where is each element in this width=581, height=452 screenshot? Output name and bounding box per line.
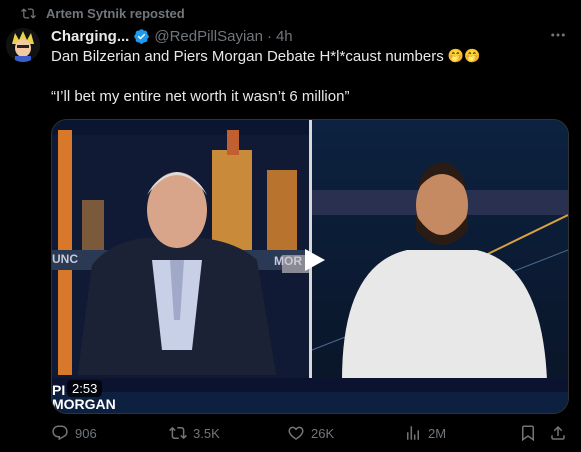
share-button[interactable] [549,422,567,444]
reply-count: 906 [75,425,97,441]
video-player[interactable]: UNC MOR PI MORGAN 2:53 [51,119,569,414]
views-button[interactable]: 2M [404,422,446,444]
tweet-line-1: Dan Bilzerian and Piers Morgan Debate H*… [51,46,480,67]
repost-action-icon [169,426,187,440]
action-bar: 906 3.5K 26K 2M [51,422,569,444]
tweet-header: Charging... @RedPillSayian · 4h [51,26,293,46]
share-icon [551,425,565,440]
views-count: 2M [428,425,447,441]
verified-badge-icon[interactable] [133,28,150,45]
bookmark-icon [522,425,534,442]
more-options-button[interactable] [549,26,567,44]
more-dots-icon [551,33,565,37]
repost-icon [21,7,36,19]
author-name[interactable]: Charging... [51,28,129,45]
repost-button[interactable]: 3.5K [169,422,220,444]
timestamp[interactable]: 4h [276,28,293,45]
reply-icon [52,425,68,441]
repost-count: 3.5K [193,425,220,441]
separator-dot: · [266,27,272,45]
lower-third-caption-2: MORGAN [52,396,116,412]
views-chart-icon [407,426,419,440]
reply-button[interactable]: 906 [51,422,97,444]
repost-text: Artem Sytnik reposted [46,5,185,21]
play-icon [305,249,325,271]
avatar[interactable] [6,28,40,62]
right-sign-text: MOR [274,254,302,268]
tweet-line-2: “I’ll bet my entire net worth it wasn’t … [51,88,350,105]
play-button[interactable] [299,246,327,274]
like-button[interactable]: 26K [287,422,334,444]
emoji: 🤭🤭 [447,48,481,63]
left-sign-text: UNC [52,252,78,266]
repost-indicator[interactable]: Artem Sytnik reposted [21,4,185,22]
heart-icon [288,426,304,440]
video-duration: 2:53 [67,380,103,397]
author-handle[interactable]: @RedPillSayian [154,28,263,45]
bookmark-button[interactable] [519,422,537,444]
tweet-line-1-text: Dan Bilzerian and Piers Morgan Debate H*… [51,48,444,65]
tweet-text: Dan Bilzerian and Piers Morgan Debate H*… [51,46,480,107]
like-count: 26K [311,425,335,441]
